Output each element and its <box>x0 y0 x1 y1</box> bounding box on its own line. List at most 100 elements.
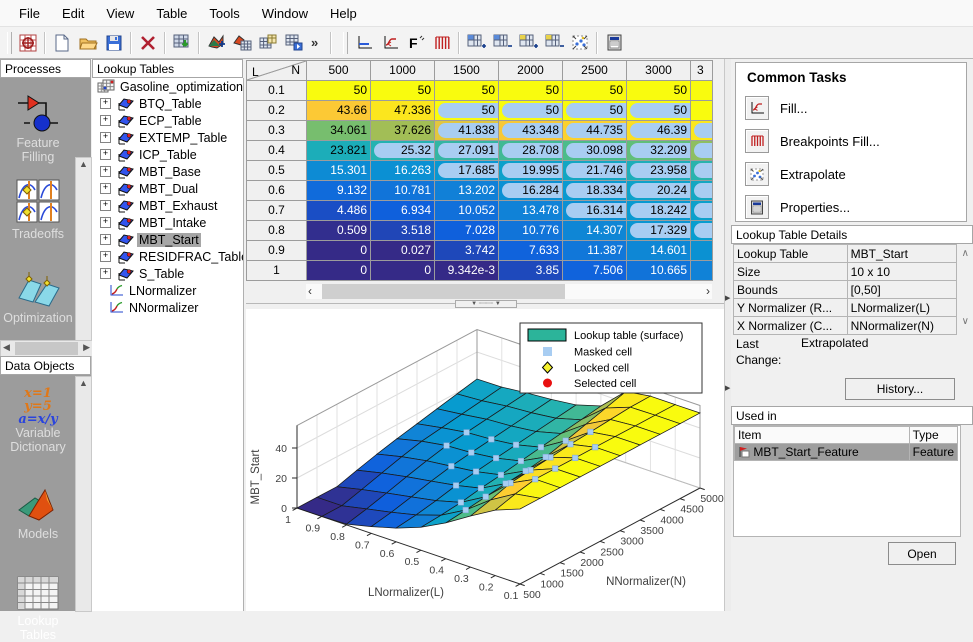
sidebar-item-tradeoffs[interactable]: Tradeoffs <box>2 178 74 241</box>
grid-cell[interactable]: 50 <box>499 81 563 101</box>
grid-cell[interactable]: 50 <box>563 81 627 101</box>
tree-item-btq_table[interactable]: +BTQ_Table <box>92 95 243 112</box>
grid-cell[interactable]: 32.209 <box>627 141 691 161</box>
tree-item-mbt_dual[interactable]: +MBT_Dual <box>92 180 243 197</box>
splitter-handle[interactable]: ▼ ┄┄┄┄ ▼ <box>455 300 517 308</box>
grid-cell[interactable]: 50 <box>627 101 691 121</box>
grid-cell[interactable]: 3.518 <box>371 221 435 241</box>
feature-fill-button[interactable]: F <box>403 31 429 55</box>
grid-cell[interactable]: 21.746 <box>563 161 627 181</box>
grid-cell[interactable]: 9.132 <box>307 181 371 201</box>
import-data-button[interactable] <box>169 31 195 55</box>
remove-rows-button[interactable] <box>489 31 515 55</box>
grid-row-header[interactable]: 0.1 <box>247 81 307 101</box>
center-right-splitter[interactable]: ▶ ▶ <box>724 59 731 611</box>
grid-cell[interactable]: 0.027 <box>371 241 435 261</box>
grid-cell[interactable]: 37.626 <box>371 121 435 141</box>
grid-cell[interactable]: 18.334 <box>563 181 627 201</box>
grid-col-header-partial[interactable]: 3 <box>691 61 713 81</box>
open-button[interactable] <box>75 31 101 55</box>
details-row[interactable]: Size10 x 10 <box>734 263 957 281</box>
grid-cell[interactable]: 10.776 <box>499 221 563 241</box>
grid-row-header[interactable]: 0.6 <box>247 181 307 201</box>
tree-item-mbt_base[interactable]: +MBT_Base <box>92 163 243 180</box>
surface-plot-svg[interactable]: 0204010.90.80.70.60.50.40.30.20.15001000… <box>246 309 724 611</box>
grid-cell[interactable]: 25.32 <box>371 141 435 161</box>
add-item-button[interactable] <box>203 31 229 55</box>
grid-cell[interactable]: 4.486 <box>307 201 371 221</box>
tree-item-mbt_exhaust[interactable]: +MBT_Exhaust <box>92 197 243 214</box>
grid-cell[interactable]: 7.633 <box>499 241 563 261</box>
new-table-button[interactable] <box>229 31 255 55</box>
menu-item-tools[interactable]: Tools <box>198 2 250 25</box>
grid-cell[interactable]: 6.934 <box>371 201 435 221</box>
grid-cell[interactable]: 10.781 <box>371 181 435 201</box>
scroll-thumb[interactable] <box>15 342 78 355</box>
grid-col-header[interactable]: 500 <box>307 61 371 81</box>
grid-cell[interactable]: 47.336 <box>371 101 435 121</box>
tree-item-s_table[interactable]: +S_Table <box>92 265 243 282</box>
toolbar-overflow-chevron[interactable]: » <box>307 35 322 50</box>
details-row[interactable]: X Normalizer (C...NNormalizer(N) <box>734 317 957 335</box>
scroll-right-arrow[interactable]: › <box>706 285 710 298</box>
scroll-thumb[interactable] <box>322 284 565 299</box>
grid-cell[interactable]: 50 <box>371 81 435 101</box>
details-row[interactable]: Lookup TableMBT_Start <box>734 245 957 263</box>
scroll-left-arrow[interactable]: ◀ <box>3 341 10 354</box>
details-scroll-down[interactable]: ∨ <box>962 316 969 327</box>
grid-cell-partial[interactable] <box>691 161 713 181</box>
tree-item-mbt_start[interactable]: +MBT_Start <box>92 231 243 248</box>
tree-item-residfrac_table[interactable]: +RESIDFRAC_Table <box>92 248 243 265</box>
task-properties[interactable]: Properties... <box>745 195 966 219</box>
tree-item-ecp_table[interactable]: +ECP_Table <box>92 112 243 129</box>
grid-cell[interactable]: 23.958 <box>627 161 691 181</box>
properties-button[interactable] <box>601 31 627 55</box>
tree-expander-icon[interactable]: + <box>100 251 111 262</box>
scroll-up-arrow[interactable]: ▲ <box>76 158 91 171</box>
tree-expander-icon[interactable]: + <box>100 268 111 279</box>
surface-plot-pane[interactable]: 0204010.90.80.70.60.50.40.30.20.15001000… <box>246 309 724 611</box>
export-table-button[interactable] <box>281 31 307 55</box>
grid-cell[interactable]: 28.708 <box>499 141 563 161</box>
sidebar-item-feature-filling[interactable]: Feature Filling <box>2 93 74 164</box>
grid-cell[interactable]: 14.307 <box>563 221 627 241</box>
grid-cell-partial[interactable] <box>691 201 713 221</box>
data-objects-vertical-scrollbar[interactable]: ▲ <box>75 376 92 612</box>
grid-cell[interactable]: 50 <box>307 81 371 101</box>
menu-item-file[interactable]: File <box>8 2 51 25</box>
breakpoints-fill-button[interactable] <box>429 31 455 55</box>
grid-cell[interactable]: 7.028 <box>435 221 499 241</box>
menu-item-table[interactable]: Table <box>145 2 198 25</box>
details-row[interactable]: Y Normalizer (R...LNormalizer(L) <box>734 299 957 317</box>
grid-row-header[interactable]: 0.3 <box>247 121 307 141</box>
tree-item-root[interactable]: Gasoline_optimization <box>92 78 243 95</box>
add-cols-button[interactable] <box>515 31 541 55</box>
scroll-left-arrow[interactable]: ‹ <box>308 285 312 298</box>
grid-col-header[interactable]: 1500 <box>435 61 499 81</box>
add-rows-button[interactable] <box>463 31 489 55</box>
grid-cell[interactable]: 0.509 <box>307 221 371 241</box>
save-button[interactable] <box>101 31 127 55</box>
task-extrapolate[interactable]: Extrapolate <box>745 162 966 186</box>
grid-cell[interactable]: 3.85 <box>499 261 563 281</box>
grid-cell-partial[interactable] <box>691 81 713 101</box>
open-button[interactable]: Open <box>888 542 956 565</box>
grid-cell[interactable]: 16.314 <box>563 201 627 221</box>
grid-cell-partial[interactable] <box>691 181 713 201</box>
menu-item-help[interactable]: Help <box>319 2 368 25</box>
tree-expander-icon[interactable]: + <box>100 98 111 109</box>
grid-cell[interactable]: 50 <box>563 101 627 121</box>
menu-item-view[interactable]: View <box>95 2 145 25</box>
grid-cell[interactable]: 13.478 <box>499 201 563 221</box>
task-breakpoints-fill[interactable]: Breakpoints Fill... <box>745 129 966 153</box>
tree-item-icp_table[interactable]: +ICP_Table <box>92 146 243 163</box>
grid-cell-partial[interactable] <box>691 261 713 281</box>
grid-row-header[interactable]: 0.2 <box>247 101 307 121</box>
grid-cell-partial[interactable] <box>691 121 713 141</box>
history-button[interactable]: History... <box>845 378 955 400</box>
grid-cell[interactable]: 50 <box>627 81 691 101</box>
grid-row-header[interactable]: 0.5 <box>247 161 307 181</box>
grid-cell[interactable]: 11.387 <box>563 241 627 261</box>
grid-col-header[interactable]: 1000 <box>371 61 435 81</box>
grid-row-header[interactable]: 1 <box>247 261 307 281</box>
